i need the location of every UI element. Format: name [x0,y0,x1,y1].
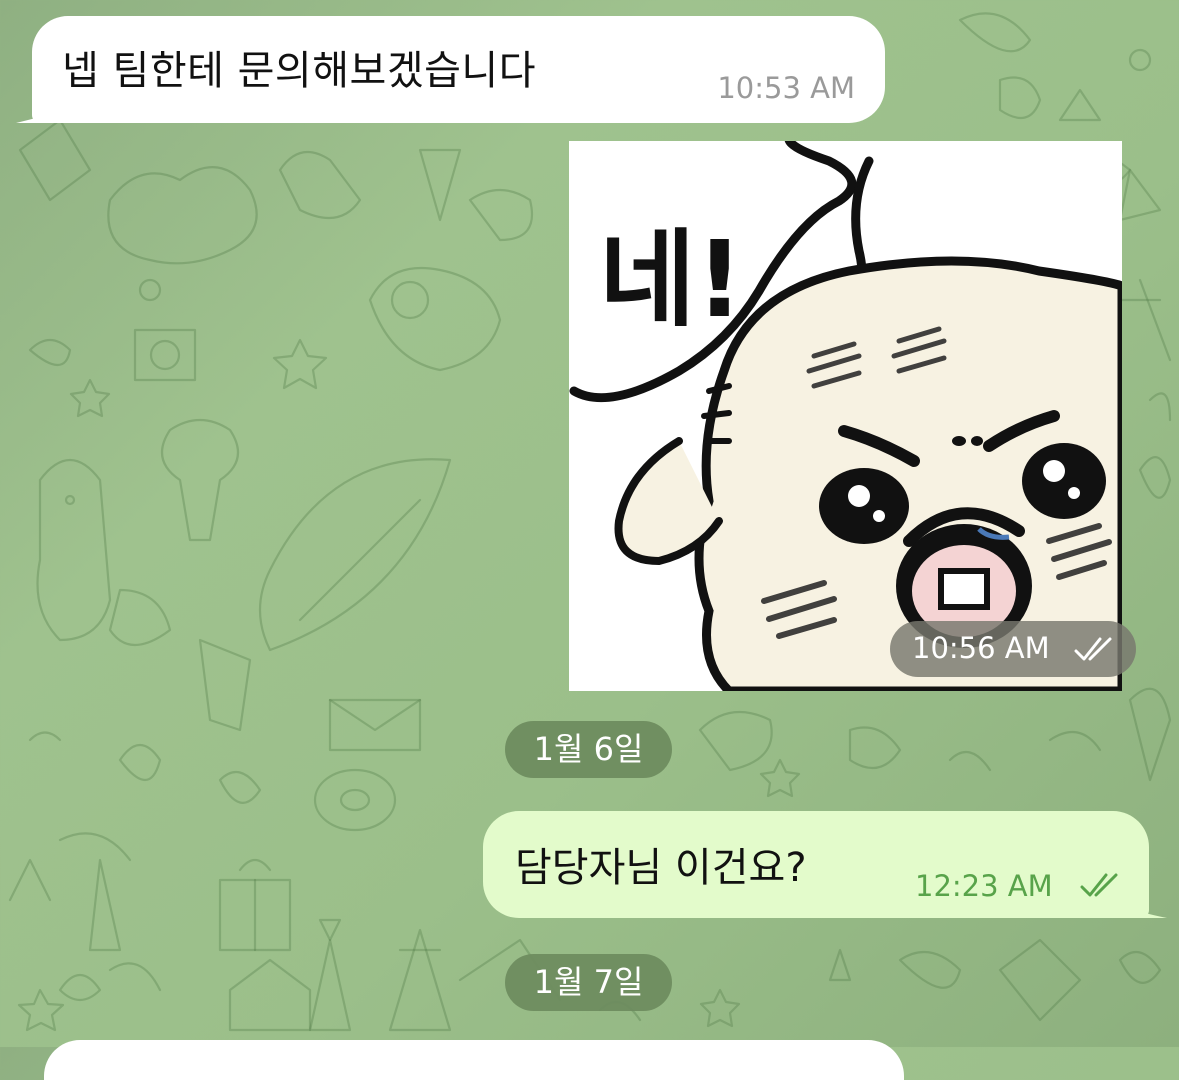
message-text: 넵 팀한테 문의해보겠습니다 [62,48,537,94]
sticker-text: 네! [599,219,744,341]
message-text: 담당자님 이건요? [515,845,807,891]
message-timestamp: 10:56 AM [912,631,1050,665]
bubble-tail-icon [16,97,46,123]
incoming-message-bubble[interactable]: 넵 팀한테 문의해보겠습니다 10:53 AM [16,16,885,123]
seal-sticker-image: 네! [569,141,1122,691]
sticker-timestamp-pill: 10:56 AM [890,621,1136,677]
message-timestamp: 10:53 AM [717,71,855,105]
bubble-tail-icon [1135,892,1167,918]
outgoing-message-bubble[interactable]: 담당자님 이건요? 12:23 AM [483,811,1167,918]
read-double-check-icon [1074,637,1112,661]
read-double-check-icon [1080,873,1118,897]
date-separator: 1월 6일 [505,721,672,778]
sticker-message[interactable]: 네! [569,141,1122,691]
svg-text:네!: 네! [599,219,744,341]
date-separator: 1월 7일 [505,954,672,1011]
incoming-message-bubble-partial[interactable] [44,1040,904,1080]
message-timestamp: 12:23 AM [915,869,1053,903]
